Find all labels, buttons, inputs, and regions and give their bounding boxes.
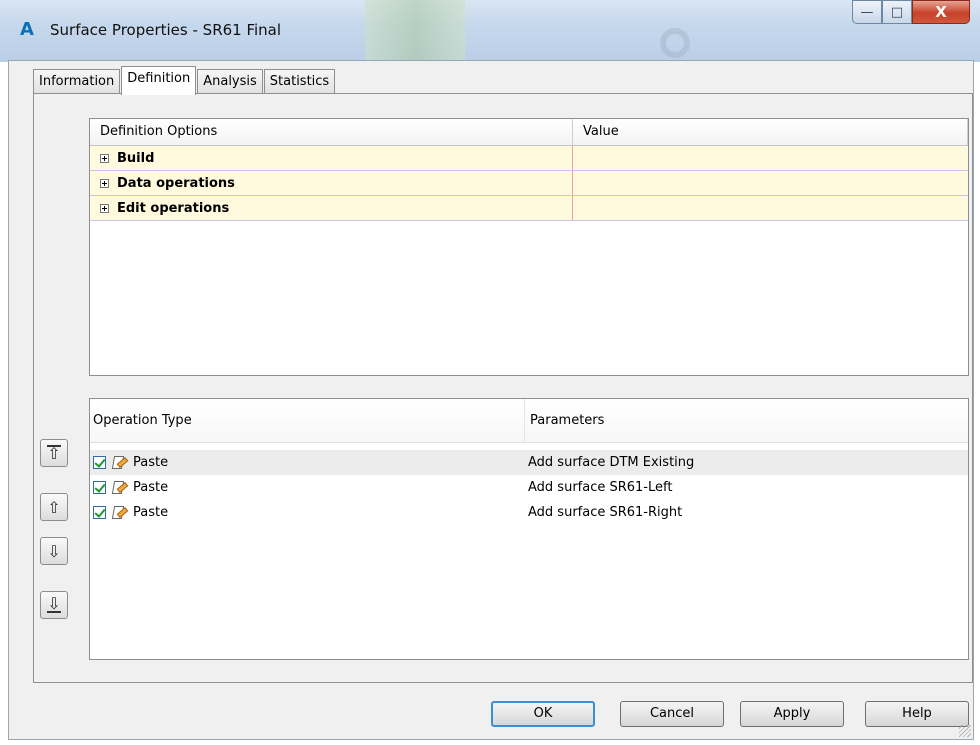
operation-type: Paste xyxy=(133,480,169,495)
move-up-button[interactable]: ⇧ xyxy=(40,493,68,521)
tab-information[interactable]: Information xyxy=(33,69,121,94)
background-decoration xyxy=(660,28,690,58)
column-header-parameters[interactable]: Parameters xyxy=(525,399,965,442)
column-header-definition-options[interactable]: Definition Options xyxy=(90,119,573,145)
paste-icon xyxy=(110,505,129,521)
arrow-up-top-icon: ⇧ xyxy=(47,444,61,463)
row-value[interactable] xyxy=(573,171,968,195)
grid-row-edit-operations[interactable]: Edit operations xyxy=(90,196,968,221)
move-to-top-button[interactable]: ⇧ xyxy=(40,439,68,467)
row-label: Build xyxy=(117,150,155,166)
operations-list: Operation Type Parameters Paste Add surf… xyxy=(89,398,969,660)
dialog-body: Information Definition Analysis Statisti… xyxy=(8,60,974,740)
operation-parameters: Add surface SR61-Right xyxy=(528,505,683,520)
move-to-bottom-button[interactable]: ⇩ xyxy=(40,591,68,619)
row-label: Edit operations xyxy=(117,200,230,216)
tab-analysis[interactable]: Analysis xyxy=(197,69,263,94)
enable-checkbox[interactable] xyxy=(93,481,106,494)
paste-icon xyxy=(110,455,129,471)
caption-buttons: — □ X xyxy=(852,0,970,26)
help-button[interactable]: Help xyxy=(865,701,969,727)
apply-button[interactable]: Apply xyxy=(740,701,844,727)
row-label: Data operations xyxy=(117,175,235,191)
operation-parameters: Add surface SR61-Left xyxy=(528,480,673,495)
list-item[interactable]: Paste Add surface SR61-Left xyxy=(90,475,968,500)
definition-tab-panel: Definition Options Value Build Data oper… xyxy=(33,93,973,683)
list-item[interactable]: Paste Add surface DTM Existing xyxy=(90,450,968,475)
expand-icon[interactable] xyxy=(100,178,109,188)
tab-definition[interactable]: Definition xyxy=(121,66,197,95)
arrow-up-icon: ⇧ xyxy=(47,497,61,517)
resize-grip-icon[interactable] xyxy=(959,725,971,737)
enable-checkbox[interactable] xyxy=(93,506,106,519)
tab-strip: Information Definition Analysis Statisti… xyxy=(33,66,336,95)
arrow-down-bottom-icon: ⇩ xyxy=(47,594,61,613)
column-header-operation-type[interactable]: Operation Type xyxy=(90,399,525,442)
operation-type: Paste xyxy=(133,455,169,470)
background-decoration xyxy=(365,0,465,60)
list-header: Operation Type Parameters xyxy=(90,399,968,443)
window-title: Surface Properties - SR61 Final xyxy=(50,21,282,39)
operation-parameters: Add surface DTM Existing xyxy=(528,455,695,470)
title-bar[interactable]: A Surface Properties - SR61 Final — □ X xyxy=(0,0,980,62)
cancel-button[interactable]: Cancel xyxy=(620,701,724,727)
maximize-button[interactable]: □ xyxy=(882,0,912,24)
grid-header: Definition Options Value xyxy=(90,119,968,146)
enable-checkbox[interactable] xyxy=(93,456,106,469)
row-value[interactable] xyxy=(573,196,968,220)
move-down-button[interactable]: ⇩ xyxy=(40,537,68,565)
expand-icon[interactable] xyxy=(100,203,109,213)
definition-options-grid: Definition Options Value Build Data oper… xyxy=(89,118,969,376)
tab-statistics[interactable]: Statistics xyxy=(263,69,336,94)
paste-icon xyxy=(110,480,129,496)
close-button[interactable]: X xyxy=(912,0,970,24)
ok-button[interactable]: OK xyxy=(491,701,595,727)
column-header-value[interactable]: Value xyxy=(573,119,968,145)
expand-icon[interactable] xyxy=(100,153,109,163)
arrow-down-icon: ⇩ xyxy=(47,541,61,561)
row-value[interactable] xyxy=(573,146,968,170)
minimize-button[interactable]: — xyxy=(852,0,882,24)
grid-row-data-operations[interactable]: Data operations xyxy=(90,171,968,196)
app-logo-icon: A xyxy=(20,19,34,40)
grid-row-build[interactable]: Build xyxy=(90,146,968,171)
list-item[interactable]: Paste Add surface SR61-Right xyxy=(90,500,968,525)
operation-type: Paste xyxy=(133,505,169,520)
